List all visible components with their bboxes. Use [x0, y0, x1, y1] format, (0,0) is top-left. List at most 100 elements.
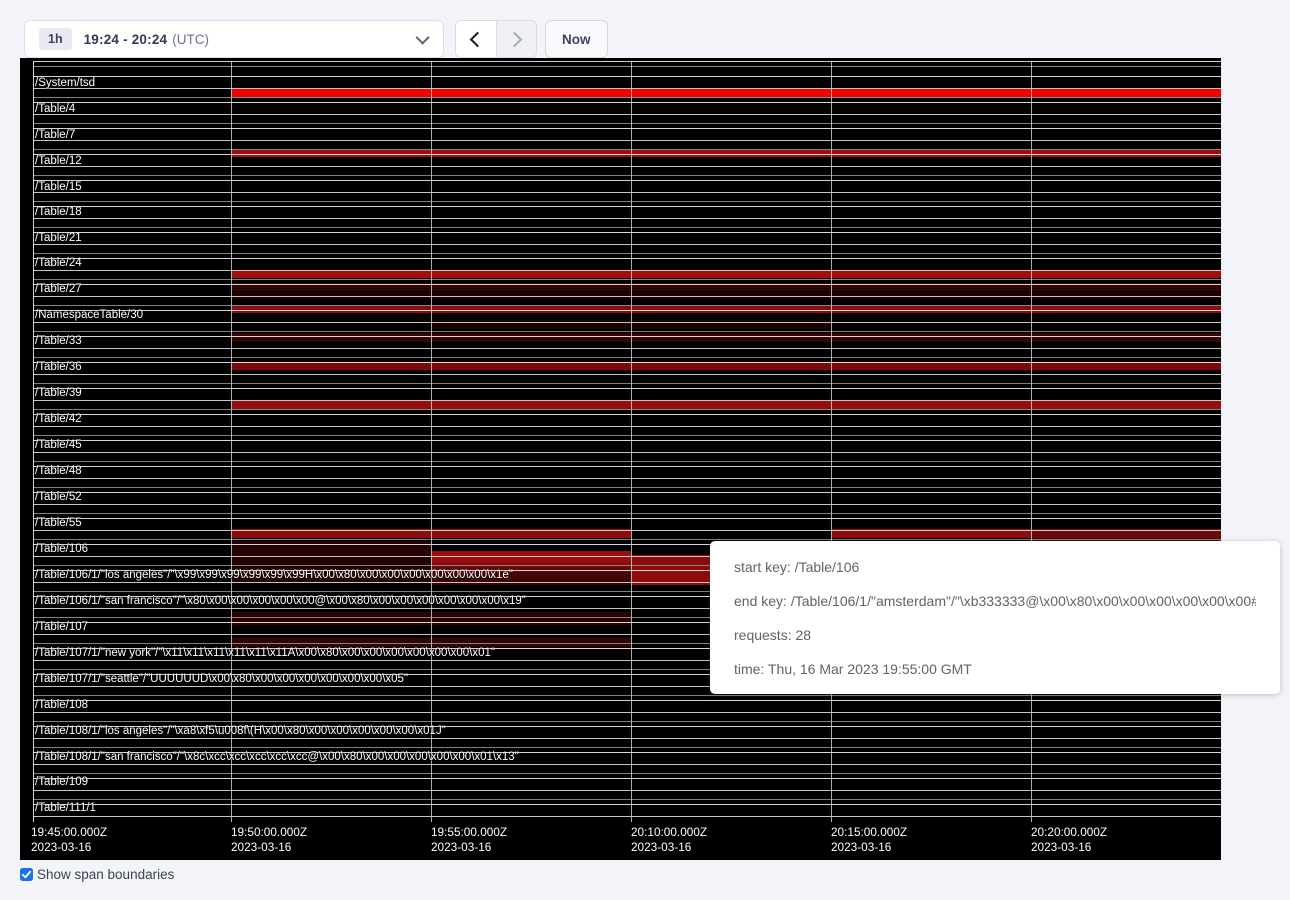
tooltip-requests: requests: 28: [734, 618, 1256, 652]
axis-label: 20:10:00.000Z2023-03-16: [631, 825, 707, 854]
grid-vline: [1031, 61, 1032, 822]
grid-hline: [33, 721, 1221, 722]
grid-hline: [33, 270, 1221, 271]
grid-hline: [33, 154, 1221, 155]
prev-button[interactable]: [456, 21, 496, 57]
grid-hline: [33, 88, 1221, 89]
time-nav-group: [455, 20, 537, 58]
grid-hline: [33, 804, 1221, 805]
row-label: /NamespaceTable/30: [35, 309, 143, 321]
grid-hline: [33, 400, 1221, 401]
grid-hline: [33, 201, 1221, 202]
heatmap-canvas[interactable]: /System/tsd/Table/4/Table/7/Table/12/Tab…: [20, 58, 1221, 860]
tooltip-end-key: end key: /Table/106/1/"amsterdam"/"\xb33…: [734, 584, 1256, 618]
row-label: /Table/107: [35, 621, 88, 633]
heat-band: [231, 362, 1221, 370]
axis-time: 20:20:00.000Z: [1031, 825, 1107, 840]
row-label: /Table/111/1: [35, 802, 96, 814]
grid-hline: [33, 513, 1221, 514]
grid-hline: [33, 487, 1221, 488]
grid-hline: [33, 478, 1221, 479]
grid-vline: [431, 61, 432, 822]
row-label: /Table/15: [35, 181, 82, 193]
axis-date: 2023-03-16: [1031, 840, 1107, 855]
grid-hline: [33, 461, 1221, 462]
axis-time: 19:50:00.000Z: [231, 825, 307, 840]
grid-hline: [33, 149, 1221, 150]
chevron-left-icon: [469, 31, 485, 47]
show-span-boundaries-control[interactable]: Show span boundaries: [20, 867, 174, 882]
row-label: /Table/21: [35, 232, 82, 244]
preset-badge: 1h: [39, 28, 72, 50]
row-label: /Table/52: [35, 491, 82, 503]
tooltip-start-key: start key: /Table/106: [734, 550, 1256, 584]
grid-hline: [33, 738, 1221, 739]
grid-hline: [33, 816, 1221, 817]
grid-vline: [831, 61, 832, 822]
row-label: /Table/107/1/"seattle"/"UUUUUUD\x00\x80\…: [35, 673, 408, 685]
grid-hline: [33, 140, 1221, 141]
now-button[interactable]: Now: [545, 20, 608, 58]
grid-hline: [33, 218, 1221, 219]
grid-hline: [33, 695, 1221, 696]
heat-band: [231, 270, 1221, 278]
time-range-selector[interactable]: 1h 19:24 - 20:24 (UTC): [24, 20, 444, 58]
grid-hline: [33, 305, 1221, 306]
grid-hline: [33, 227, 1221, 228]
heat-band: [231, 89, 1221, 97]
row-label: /Table/18: [35, 206, 82, 218]
row-label: /Table/7: [35, 129, 75, 141]
grid-hline: [33, 362, 1221, 363]
grid-hline: [33, 296, 1221, 297]
grid-hline: [33, 778, 1221, 779]
grid-hline: [33, 452, 1221, 453]
grid-hline: [33, 700, 1221, 701]
axis-time: 19:45:00.000Z: [31, 825, 107, 840]
axis-label: 19:45:00.000Z2023-03-16: [31, 825, 107, 854]
axis-time: 20:15:00.000Z: [831, 825, 907, 840]
grid-hline: [33, 253, 1221, 254]
grid-hline: [33, 331, 1221, 332]
grid-hline: [33, 530, 1221, 531]
grid-hline: [33, 206, 1221, 207]
range-text: 19:24 - 20:24: [84, 32, 168, 47]
axis-label: 20:20:00.000Z2023-03-16: [1031, 825, 1107, 854]
row-label: /Table/106/1/"los angeles"/"\x99\x99\x99…: [35, 569, 513, 581]
grid-hline: [33, 310, 1221, 311]
row-label: /System/tsd: [35, 77, 95, 89]
grid-hline: [33, 166, 1221, 167]
checkbox-checked-icon[interactable]: [20, 868, 33, 881]
grid-hline: [33, 426, 1221, 427]
axis-time: 19:55:00.000Z: [431, 825, 507, 840]
grid-hline: [33, 97, 1221, 98]
grid-hline: [33, 284, 1221, 285]
grid-hline: [33, 279, 1221, 280]
grid-hline: [33, 409, 1221, 410]
hover-tooltip: start key: /Table/106 end key: /Table/10…: [710, 541, 1280, 694]
next-button[interactable]: [496, 21, 537, 57]
grid-hline: [33, 374, 1221, 375]
axis-date: 2023-03-16: [831, 840, 907, 855]
axis-label: 20:15:00.000Z2023-03-16: [831, 825, 907, 854]
grid-hline: [33, 180, 1221, 181]
row-label: /Table/24: [35, 257, 82, 269]
grid-hline: [33, 114, 1221, 115]
row-label: /Table/12: [35, 155, 82, 167]
grid-hline: [33, 61, 1221, 62]
grid-hline: [33, 244, 1221, 245]
heat-band: [231, 149, 1221, 157]
grid-hline: [33, 790, 1221, 791]
grid-hline: [33, 66, 1221, 67]
grid-hline: [33, 232, 1221, 233]
grid-vline: [33, 61, 34, 822]
row-label: /Table/45: [35, 439, 82, 451]
row-label: /Table/36: [35, 361, 82, 373]
checkbox-label: Show span boundaries: [37, 867, 174, 882]
grid-hline: [33, 414, 1221, 415]
row-label: /Table/108/1/"san francisco"/"\x8c\xcc\x…: [35, 751, 519, 763]
heat-band: [231, 401, 1221, 409]
grid-hline: [33, 102, 1221, 103]
axis-time: 20:10:00.000Z: [631, 825, 707, 840]
row-label: /Table/48: [35, 465, 82, 477]
grid-hline: [33, 123, 1221, 124]
